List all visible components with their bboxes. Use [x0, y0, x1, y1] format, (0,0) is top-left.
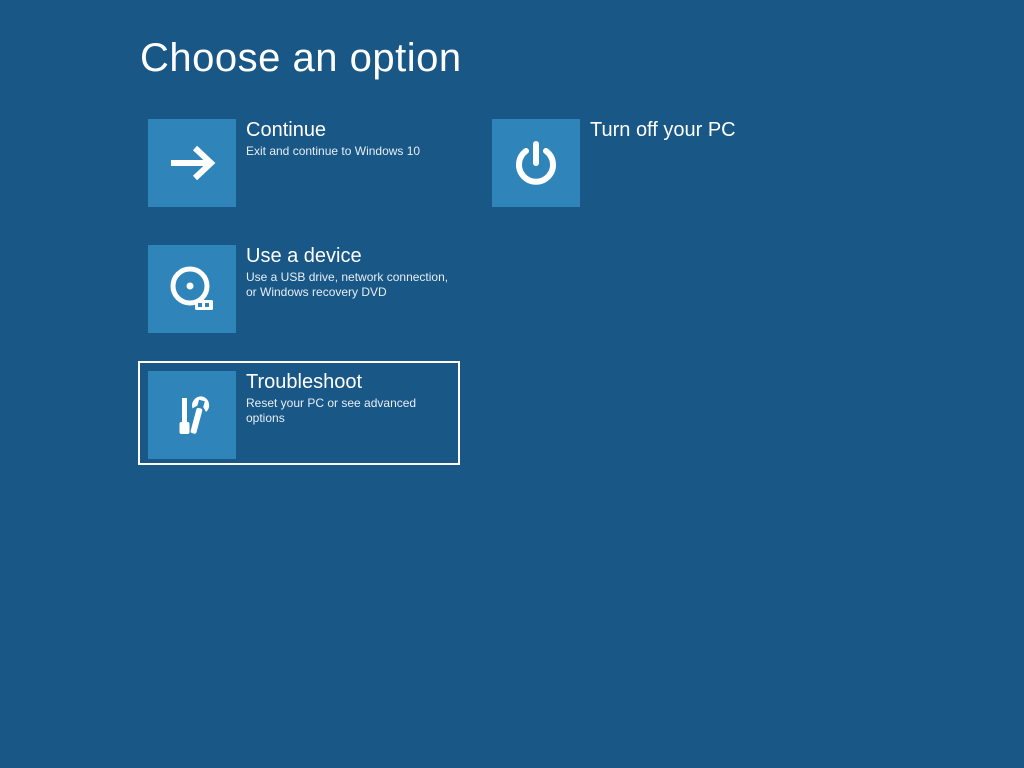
options-column-1: Continue Exit and continue to Windows 10: [138, 109, 460, 465]
option-use-a-device[interactable]: Use a device Use a USB drive, network co…: [138, 235, 460, 339]
option-continue[interactable]: Continue Exit and continue to Windows 10: [138, 109, 460, 213]
option-text: Continue Exit and continue to Windows 10: [246, 119, 420, 159]
disc-usb-icon: [148, 245, 236, 333]
option-turn-off-pc[interactable]: Turn off your PC: [482, 109, 804, 213]
option-text: Turn off your PC: [590, 119, 736, 144]
option-desc: Use a USB drive, network connection, or …: [246, 270, 450, 300]
option-title: Troubleshoot: [246, 371, 450, 394]
options-grid: Continue Exit and continue to Windows 10: [138, 109, 1024, 465]
option-troubleshoot[interactable]: Troubleshoot Reset your PC or see advanc…: [138, 361, 460, 465]
option-text: Troubleshoot Reset your PC or see advanc…: [246, 371, 450, 426]
option-title: Continue: [246, 119, 420, 142]
page-title: Choose an option: [140, 36, 1024, 81]
option-desc: Exit and continue to Windows 10: [246, 144, 420, 159]
arrow-right-icon: [148, 119, 236, 207]
option-title: Turn off your PC: [590, 119, 736, 142]
option-desc: Reset your PC or see advanced options: [246, 396, 450, 426]
option-text: Use a device Use a USB drive, network co…: [246, 245, 450, 300]
option-title: Use a device: [246, 245, 450, 268]
winre-choose-option-screen: Choose an option Continue Exit and conti…: [0, 0, 1024, 768]
options-column-2: Turn off your PC: [482, 109, 804, 465]
tools-icon: [148, 371, 236, 459]
power-icon: [492, 119, 580, 207]
